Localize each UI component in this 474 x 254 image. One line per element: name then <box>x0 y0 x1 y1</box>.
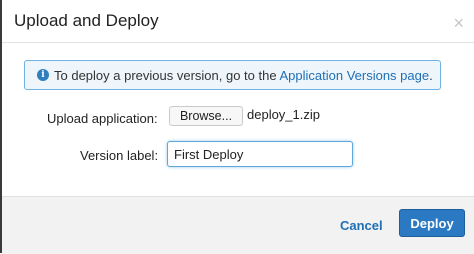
dialog-header: Upload and Deploy × <box>2 0 474 43</box>
browse-button[interactable]: Browse... <box>169 106 243 126</box>
close-icon[interactable]: × <box>453 14 464 32</box>
cancel-button[interactable]: Cancel <box>340 218 383 233</box>
version-label-input[interactable] <box>167 141 353 167</box>
info-suffix: . <box>429 68 433 83</box>
version-label-label: Version label: <box>80 148 159 163</box>
info-icon: i <box>37 69 49 81</box>
info-message: To deploy a previous version, go to the … <box>54 68 433 83</box>
deploy-button[interactable]: Deploy <box>399 209 465 237</box>
application-versions-link[interactable]: Application Versions page <box>279 68 429 83</box>
upload-deploy-dialog: Upload and Deploy × i To deploy a previo… <box>0 0 474 254</box>
dialog-footer: Cancel Deploy <box>2 196 474 254</box>
dialog-title: Upload and Deploy <box>14 11 159 30</box>
selected-filename: deploy_1.zip <box>247 107 320 122</box>
upload-application-label: Upload application: <box>47 111 158 126</box>
info-text: To deploy a previous version, go to the <box>54 68 280 83</box>
info-alert: i To deploy a previous version, go to th… <box>24 60 441 90</box>
